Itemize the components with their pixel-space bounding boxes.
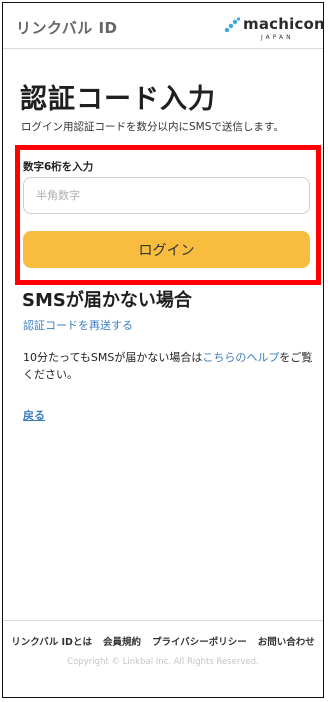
sms-section-title: SMSが届かない場合 — [22, 290, 192, 311]
page-description: ログイン用認証コードを数分以内にSMSで送信します。 — [21, 121, 284, 133]
footer-link-privacy[interactable]: プライバシーポリシー — [152, 634, 247, 648]
help-link[interactable]: こちらのヘルプ — [202, 351, 279, 364]
logo-subtext: JAPAN — [261, 34, 294, 41]
help-text: 10分たってもSMSが届かない場合はこちらのヘルプをご覧ください。 — [23, 349, 313, 383]
page-frame: リンクバル ID machicon JAPAN 認証コード入力 ログイン用認証コ… — [2, 2, 325, 698]
login-button[interactable]: ログイン — [23, 231, 310, 268]
footer-link-terms[interactable]: 会員規約 — [103, 634, 141, 648]
back-link[interactable]: 戻る — [23, 407, 45, 423]
header: リンクバル ID machicon JAPAN — [3, 3, 325, 49]
code-field-label: 数字6桁を入力 — [23, 161, 94, 173]
footer-link-contact[interactable]: お問い合わせ — [258, 634, 315, 648]
footer-link-about[interactable]: リンクバル IDとは — [11, 634, 92, 648]
footer: リンクバル IDとは 会員規約 プライバシーポリシー お問い合わせ Copyri… — [3, 620, 323, 667]
machicon-logo[interactable]: machicon JAPAN — [223, 13, 325, 43]
page-title: 認証コード入力 — [20, 84, 216, 115]
help-text-prefix: 10分たってもSMSが届かない場合は — [23, 351, 203, 364]
verification-code-input[interactable] — [23, 177, 310, 214]
machicon-logo-icon — [224, 17, 241, 33]
service-name: リンクバル ID — [16, 19, 118, 37]
footer-links: リンクバル IDとは 会員規約 プライバシーポリシー お問い合わせ — [3, 634, 323, 648]
logo-text: machicon — [243, 15, 325, 33]
copyright: Copyright © Linkbal Inc. All Rights Rese… — [67, 657, 259, 667]
resend-code-link[interactable]: 認証コードを再送する — [23, 317, 133, 333]
